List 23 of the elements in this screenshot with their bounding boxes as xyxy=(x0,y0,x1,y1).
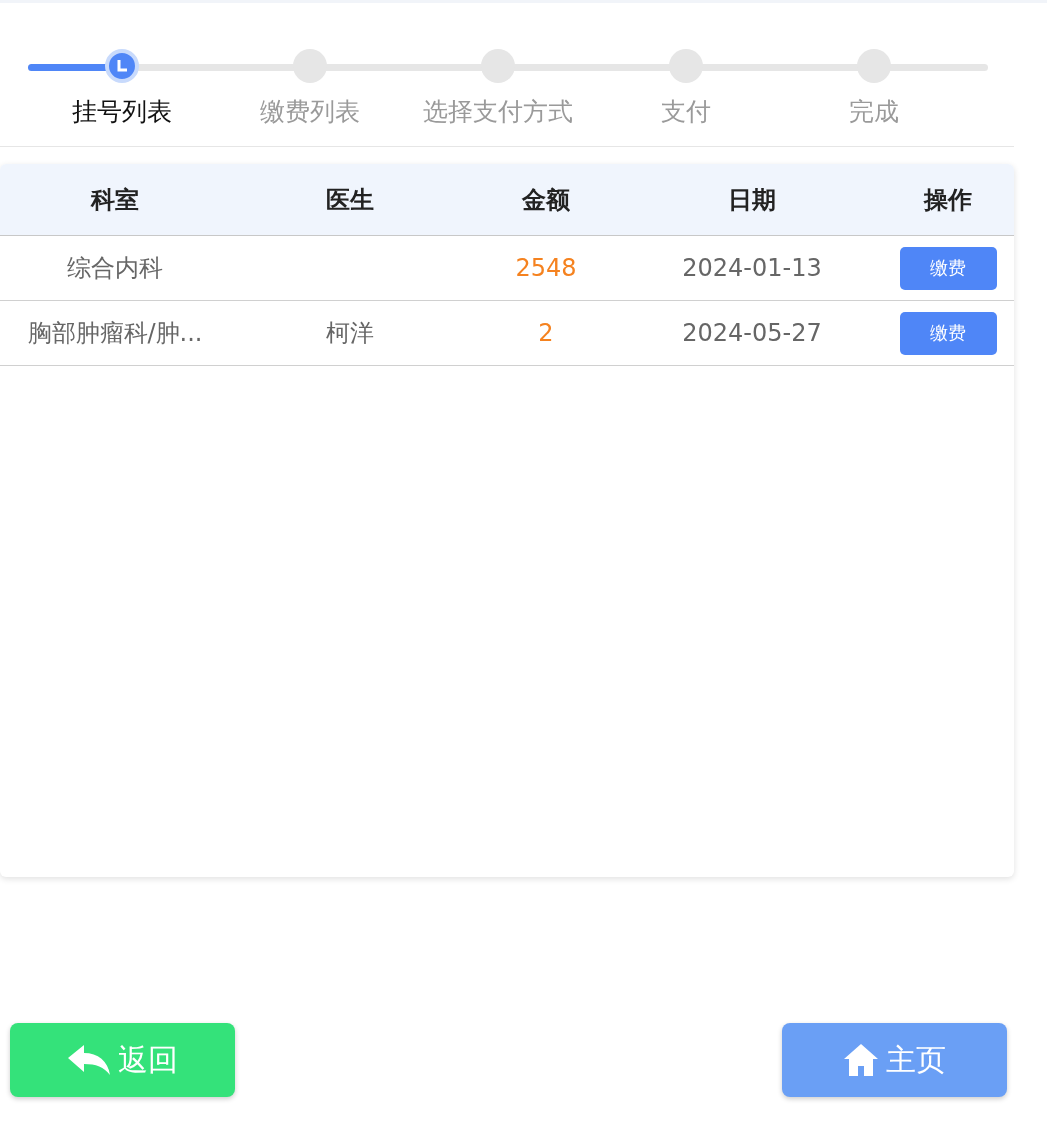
column-header: 医生 xyxy=(325,184,375,216)
home-icon xyxy=(843,1044,878,1076)
table-cell-text: 胸部肿瘤科/肿... xyxy=(26,318,204,349)
column-header: 金额 xyxy=(521,184,571,216)
home-button[interactable]: 主页 xyxy=(782,1023,1007,1097)
reply-arrow-icon xyxy=(67,1045,110,1075)
column-header: 科室 xyxy=(89,184,140,216)
table-cell-text: 2 xyxy=(537,319,555,347)
step-label: 选择支付方式 xyxy=(423,96,573,128)
step-label: 挂号列表 xyxy=(72,96,172,128)
table-cell-text: 综合内科 xyxy=(66,253,164,284)
table-cell-text: 2024-01-13 xyxy=(681,254,823,282)
table-cell-text: 柯洋 xyxy=(325,318,375,349)
step-label: 支付 xyxy=(661,96,711,128)
step-label: 缴费列表 xyxy=(260,96,360,128)
pay-button[interactable]: 缴费 xyxy=(899,246,997,290)
pay-button[interactable]: 缴费 xyxy=(899,311,997,355)
table-cell-text: 2548 xyxy=(514,254,578,282)
clock-icon xyxy=(115,59,129,73)
step-label: 完成 xyxy=(849,96,899,128)
column-header: 操作 xyxy=(922,184,973,216)
table-cell-text: 2024-05-27 xyxy=(681,319,823,347)
column-header: 日期 xyxy=(727,184,777,216)
